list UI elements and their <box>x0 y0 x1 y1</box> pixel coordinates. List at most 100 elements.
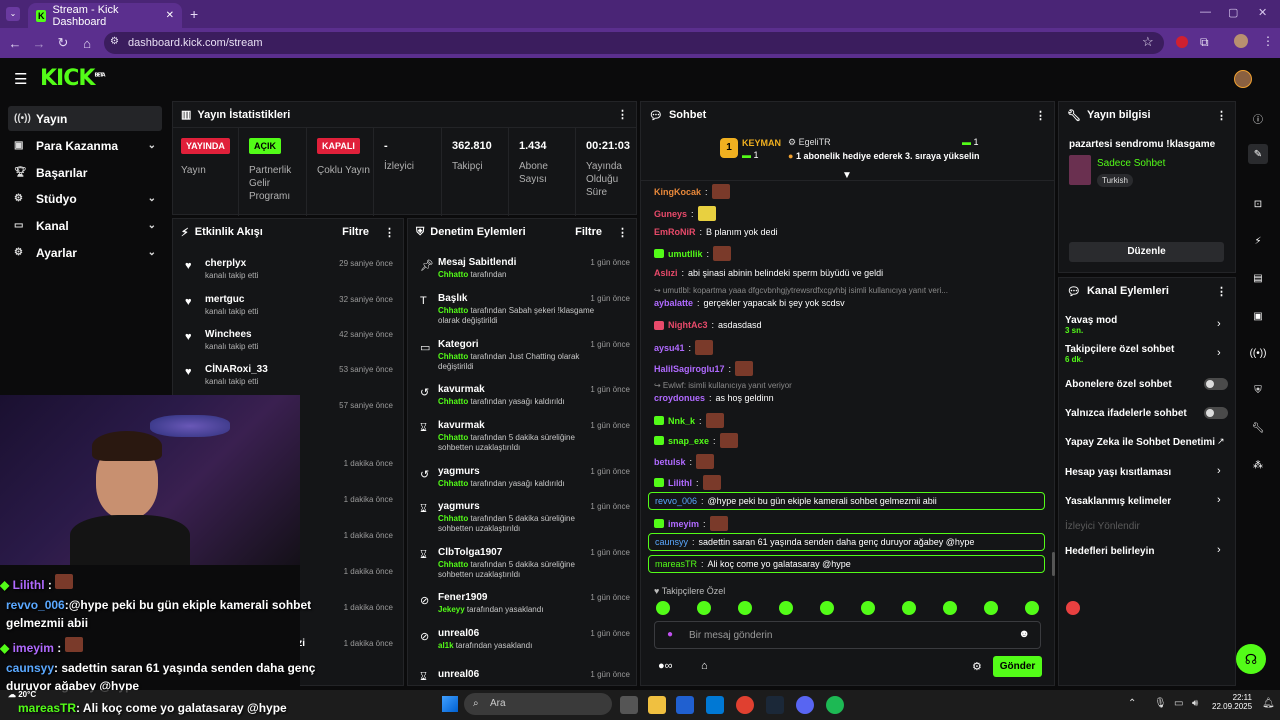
chat-username[interactable]: aysu41 <box>654 343 685 353</box>
chevron-right-icon[interactable]: › <box>1217 318 1221 330</box>
close-window-button[interactable]: ✕ <box>1258 6 1267 19</box>
tab-search-button[interactable]: ⌄ <box>6 7 20 21</box>
followers-only-action[interactable]: Takipçilere özel sohbet 6 dk. <box>1065 344 1174 364</box>
chat-settings-gear-icon[interactable]: ⚙ <box>972 660 982 673</box>
moderation-target[interactable]: kavurmak <box>438 384 485 395</box>
account-age-action[interactable]: Hesap yaşı kısıtlaması <box>1065 467 1171 478</box>
activity-user[interactable]: mertguc <box>205 294 244 305</box>
clock[interactable]: 22:11 22.09.2025 <box>1212 693 1252 711</box>
moderation-target[interactable]: unreal06 <box>438 669 479 680</box>
windows-start-icon[interactable] <box>442 696 458 712</box>
stats-icon[interactable]: ▤ <box>1248 268 1268 288</box>
apps-icon[interactable]: ⁂ <box>1248 455 1268 475</box>
category-name[interactable]: Sadece Sohbet <box>1097 158 1165 169</box>
chat-username[interactable]: imeyim <box>668 519 699 529</box>
help-chat-button[interactable]: ☊ <box>1236 644 1266 674</box>
forward-icon[interactable]: → <box>29 33 49 53</box>
maximize-button[interactable]: ▢ <box>1228 6 1238 19</box>
chat-menu-icon[interactable]: ⋮ <box>1035 109 1046 122</box>
chat-username[interactable]: Lilithl <box>668 478 692 488</box>
chat-username[interactable]: croydonues <box>654 393 705 403</box>
slow-mode-action[interactable]: Yavaş mod 3 sn. <box>1065 315 1117 335</box>
chat-username[interactable]: Guneys <box>654 209 687 219</box>
activity-menu-icon[interactable]: ⋮ <box>384 226 395 239</box>
steam-icon[interactable] <box>766 696 784 714</box>
network-icon[interactable]: ▭ <box>1174 698 1183 709</box>
chrome-icon[interactable] <box>736 696 754 714</box>
profile-avatar[interactable] <box>1234 34 1248 48</box>
activity-user[interactable]: CİNARoxi_33 <box>205 364 268 375</box>
moderation-target[interactable]: yagmurs <box>438 501 480 512</box>
site-info-icon[interactable]: ⚙ <box>110 36 119 47</box>
bookmark-star-icon[interactable]: ☆ <box>1142 34 1154 50</box>
external-link-icon[interactable]: ↗ <box>1217 436 1225 447</box>
chat-username[interactable]: NightAc3 <box>668 320 708 330</box>
reload-icon[interactable]: ↻ <box>53 33 73 53</box>
moderator-name[interactable]: Chhatto <box>438 306 468 315</box>
chat-username[interactable]: aybalatte <box>654 298 693 308</box>
chevron-right-icon[interactable]: › <box>1217 465 1221 477</box>
broadcast-icon[interactable]: ((•)) <box>1248 343 1268 363</box>
emote-picker-icon[interactable] <box>1066 601 1080 615</box>
stats-menu-icon[interactable]: ⋮ <box>617 108 628 121</box>
extensions-puzzle-icon[interactable]: ⧉ <box>1200 35 1209 50</box>
chat-username[interactable]: HalilSagiroglu17 <box>654 364 725 374</box>
chat-scrollbar[interactable] <box>1052 552 1055 576</box>
moderator-name[interactable]: Chhatto <box>438 514 468 523</box>
hamburger-menu-icon[interactable]: ☰ <box>14 70 27 88</box>
moderation-target[interactable]: yagmurs <box>438 466 480 477</box>
emote-picker-icon[interactable] <box>943 601 957 615</box>
moderation-icon[interactable]: ⛨ <box>1248 380 1268 400</box>
chevron-right-icon[interactable]: › <box>1217 347 1221 359</box>
chat-username[interactable]: Aslızi <box>654 268 678 278</box>
gift-user[interactable]: ⚙ EgeliTR <box>788 137 831 148</box>
emoji-icon[interactable]: ☻ <box>1018 628 1030 640</box>
chat-username[interactable]: mareasTR <box>655 559 697 569</box>
chevron-right-icon[interactable]: › <box>1217 544 1221 556</box>
emote-picker-icon[interactable] <box>902 601 916 615</box>
microphone-icon[interactable]: ● <box>667 629 673 640</box>
moderator-name[interactable]: Chhatto <box>438 352 468 361</box>
activity-filter-button[interactable]: Filtre <box>342 226 369 238</box>
kick-points-icon[interactable]: ●∞ <box>658 660 673 672</box>
top-gifter-name[interactable]: KEYMAN <box>742 138 781 148</box>
notification-bell-icon[interactable]: 🔔︎ <box>1262 698 1275 709</box>
emote-picker-icon[interactable] <box>738 601 752 615</box>
moderation-target[interactable]: kavurmak <box>438 420 485 431</box>
weather-widget[interactable]: ☁ 20°C <box>8 690 36 699</box>
chat-username[interactable]: KingKocak <box>654 187 701 197</box>
chat-username[interactable]: betulsk <box>654 457 686 467</box>
sidebar-item-yayin[interactable]: ((•)) Yayın <box>8 106 162 131</box>
chevron-right-icon[interactable]: › <box>1217 494 1221 506</box>
activity-user[interactable]: Winchees <box>205 329 252 340</box>
kick-logo[interactable]: KICKBETA <box>40 66 106 91</box>
emote-picker-icon[interactable] <box>1025 601 1039 615</box>
actions-menu-icon[interactable]: ⋮ <box>1216 285 1227 298</box>
back-icon[interactable]: ← <box>5 33 25 53</box>
spotify-icon[interactable] <box>826 696 844 714</box>
moderation-target[interactable]: ClbTolga1907 <box>438 547 502 558</box>
banned-words-action[interactable]: Yasaklanmış kelimeler <box>1065 496 1171 507</box>
chat-message[interactable]: revvo_006: @hype peki bu gün ekiple kamer… <box>648 492 1045 510</box>
volume-icon[interactable]: 🔊︎ <box>1192 698 1198 709</box>
gift-prompt[interactable]: ● 1 abonelik hediye ederek 3. sıraya yük… <box>788 151 980 161</box>
pencil-icon[interactable]: ✎ <box>1248 144 1268 164</box>
moderator-name[interactable]: Chhatto <box>438 560 468 569</box>
home-icon[interactable]: ⌂ <box>77 33 97 53</box>
new-tab-button[interactable]: + <box>190 6 198 22</box>
browser-menu-icon[interactable]: ⋮ <box>1262 34 1274 48</box>
moderator-name[interactable]: Chhatto <box>438 270 468 279</box>
store-icon[interactable]: ⌂ <box>701 660 708 672</box>
emote-picker-icon[interactable] <box>984 601 998 615</box>
moderation-target[interactable]: Mesaj Sabitlendi <box>438 257 516 268</box>
moderator-name[interactable]: Chhatto <box>438 433 468 442</box>
ai-moderation-action[interactable]: Yapay Zeka ile Sohbet Denetimi <box>1065 437 1215 448</box>
microphone-tray-icon[interactable]: 🎙︎ <box>1154 698 1167 709</box>
info-menu-icon[interactable]: ⋮ <box>1216 109 1227 122</box>
chat-username[interactable]: umutllik <box>668 249 703 259</box>
activity-user[interactable]: cherplyx <box>205 258 246 269</box>
sidebar-item-kanal[interactable]: ▭ Kanal ⌄ <box>8 213 162 238</box>
moderator-name[interactable]: Chhatto <box>438 397 468 406</box>
moderation-target[interactable]: Kategori <box>438 339 479 350</box>
chat-username[interactable]: revvo_006 <box>655 496 697 506</box>
